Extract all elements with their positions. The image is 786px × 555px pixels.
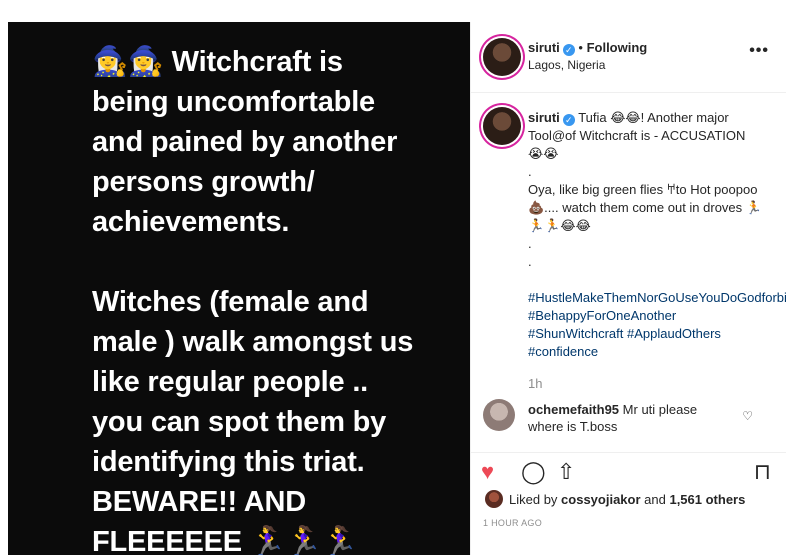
caption-hashtags[interactable]: #HustleMakeThemNorGoUseYouDoGodforbid #B… xyxy=(528,289,786,361)
post-side-panel: siruti ✓ • Following Lagos, Nigeria ••• s… xyxy=(470,22,786,555)
post-image[interactable]: 🧙‍♀️🧙‍♀️ Witchcraft is being uncomfortab… xyxy=(8,22,470,555)
likes-prefix: Liked by xyxy=(509,492,562,507)
like-heart-icon[interactable]: ♥ xyxy=(481,459,494,485)
caption: siruti ✓ Tufia 😂😂! Another major Tool@of … xyxy=(471,93,786,393)
post-timestamp: 1 HOUR AGO xyxy=(483,518,543,528)
separator: • xyxy=(574,40,587,55)
comment-like-icon[interactable]: ♡ xyxy=(742,409,753,423)
share-icon[interactable]: ⇧ xyxy=(557,459,575,485)
caption-time: 1h xyxy=(528,376,543,391)
header-line: siruti ✓ • Following xyxy=(528,40,647,56)
location-link[interactable]: Lagos, Nigeria xyxy=(528,58,605,72)
author-avatar[interactable] xyxy=(483,38,521,76)
commenter-avatar[interactable] xyxy=(483,399,515,431)
caption-body: siruti ✓ Tufia 😂😂! Another major Tool@of … xyxy=(528,109,786,393)
likes-summary: Liked by cossyojiakor and 1,561 others xyxy=(485,490,745,508)
commenter-username[interactable]: ochemefaith95 xyxy=(528,402,619,417)
verified-icon: ✓ xyxy=(562,114,575,126)
caption-username[interactable]: siruti xyxy=(528,110,560,125)
likes-middle: and xyxy=(640,492,670,507)
more-options-icon[interactable]: ••• xyxy=(749,42,769,60)
author-username[interactable]: siruti xyxy=(528,40,560,55)
caption-text: Tufia 😂😂! Another major Tool@of Witchcra… xyxy=(528,110,762,269)
comment-row: ochemefaith95 Mr uti please where is T.b… xyxy=(471,397,786,447)
comment-icon[interactable]: ◯ xyxy=(521,459,546,485)
likes-user[interactable]: cossyojiakor xyxy=(561,492,641,507)
save-bookmark-icon[interactable]: ⊓ xyxy=(754,459,771,485)
comment-text-block: ochemefaith95 Mr uti please where is T.b… xyxy=(528,401,728,435)
caption-avatar[interactable] xyxy=(483,107,521,145)
post-image-text: 🧙‍♀️🧙‍♀️ Witchcraft is being uncomfortab… xyxy=(92,46,414,555)
liker-avatar[interactable] xyxy=(485,490,503,508)
follow-button[interactable]: Following xyxy=(587,40,648,55)
verified-icon: ✓ xyxy=(562,44,575,56)
action-bar: ♥ ◯ ⇧ ⊓ xyxy=(471,452,786,493)
post-header: siruti ✓ • Following Lagos, Nigeria ••• xyxy=(471,22,786,93)
likes-count[interactable]: 1,561 others xyxy=(669,492,745,507)
